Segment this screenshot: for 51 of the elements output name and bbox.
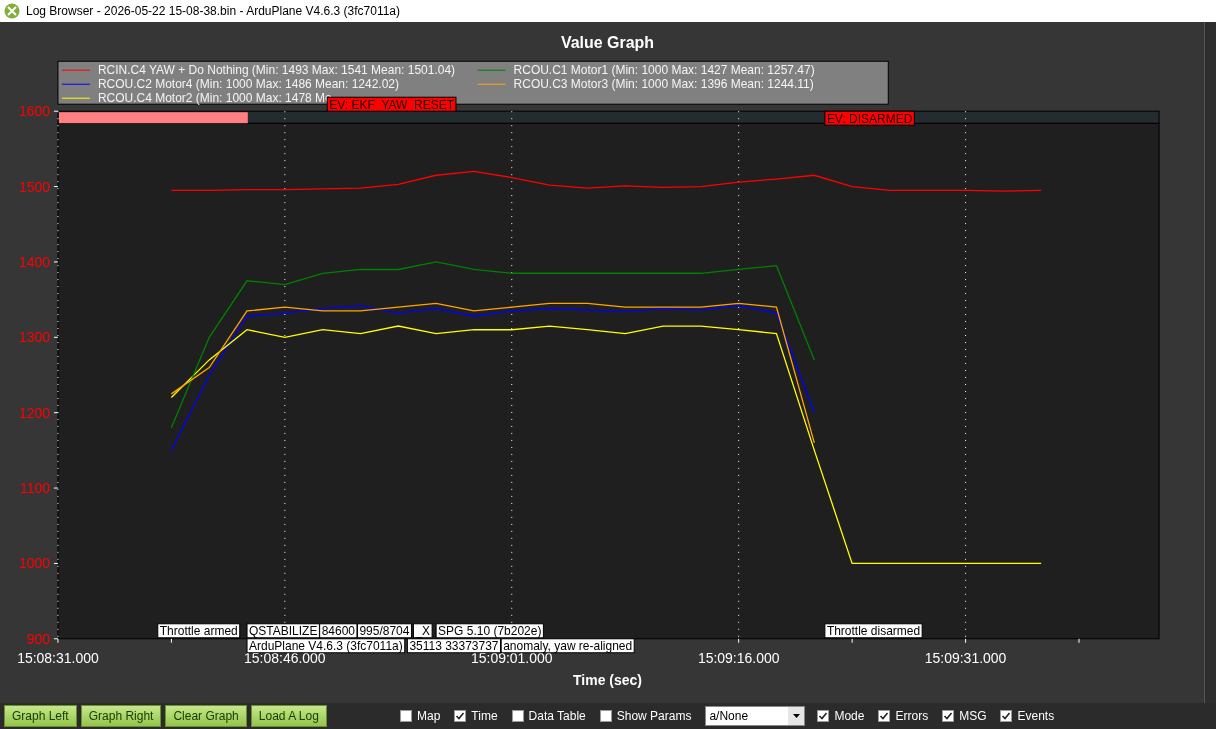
message-label: 35113 33373737 [406,638,501,654]
legend-label: RCOU.C1 Motor1 (Min: 1000 Max: 1427 Mean: 1257.47) [513,63,815,78]
checkbox-label[interactable]: Show Params [616,709,692,723]
x-tick-label: 15:09:16.000 [697,649,780,666]
message-label: Throttle disarmed [824,623,923,639]
y-tick-label: 1300 [18,329,50,346]
message-label: QSTABILIZE [246,623,320,639]
chart-title: Value Graph [560,34,655,52]
y-tick-label: 1400 [18,253,50,270]
x-axis-label: Time (sec) [573,671,642,688]
dropdown[interactable]: a/None [705,706,806,726]
y-tick-label: 1000 [18,555,50,572]
checkbox-label[interactable]: Errors [895,709,929,723]
checkbox[interactable] [454,710,467,722]
checkbox-label[interactable]: Data Table [528,709,586,723]
legend-label: RCIN.C4 YAW + Do Nothing (Min: 1493 Max: 1541 Mean: 1501.04) [97,63,456,78]
window-title: Log Browser - 2026-05-22 15-08-38.bin - ArduPlane V4.6.3 (3fc7011a) [26,4,400,18]
y-tick-label: 1100 [19,480,50,497]
checkbox[interactable] [511,710,524,722]
checkbox[interactable] [400,710,412,722]
checkbox[interactable] [878,710,891,722]
checkbox-label[interactable]: Mode [834,709,865,723]
checkbox[interactable] [942,710,955,722]
message-label: 84600 [319,623,358,639]
y-tick-label: 1200 [18,404,50,421]
app-icon [4,3,20,19]
message-label: SPG 5.10 (7b202e) [435,623,544,639]
y-tick-label: 900 [26,630,50,647]
message-label: _X [412,623,433,639]
toolbar-button[interactable]: Graph Left [4,705,77,727]
toolbar-button[interactable]: Clear Graph [165,705,247,727]
checkbox-label[interactable]: Time [471,709,498,723]
checkbox-label[interactable]: Map [417,709,441,723]
checkbox[interactable] [599,710,612,722]
event-label: EV: DISARMED [824,110,915,126]
toolbar-button[interactable]: Graph Right [80,705,162,727]
legend-label: RCOU.C3 Motor3 (Min: 1000 Max: 1396 Mean: 1244.11) [513,77,814,92]
checkbox[interactable] [1000,710,1013,722]
message-label: 995/8704 [356,623,412,639]
checkbox-label[interactable]: Events [1017,709,1055,723]
legend-label: RCOU.C2 Motor4 (Min: 1000 Max: 1486 Mean: 1242.02) [97,77,399,92]
message-label: Throttle armed [157,623,241,639]
y-tick-label: 1500 [18,178,50,195]
toolbar-button[interactable]: Load A Log [250,705,327,727]
checkbox-label[interactable]: MSG [959,709,987,723]
message-label: ArduPlane V4.6.3 (3fc7011a) [246,638,406,654]
checkbox[interactable] [817,710,830,722]
caret-icon [792,714,800,718]
x-tick-label: 15:08:31.000 [17,649,99,666]
x-tick-label: 15:09:31.000 [924,649,1007,666]
y-tick-label: 1600 [18,103,50,120]
